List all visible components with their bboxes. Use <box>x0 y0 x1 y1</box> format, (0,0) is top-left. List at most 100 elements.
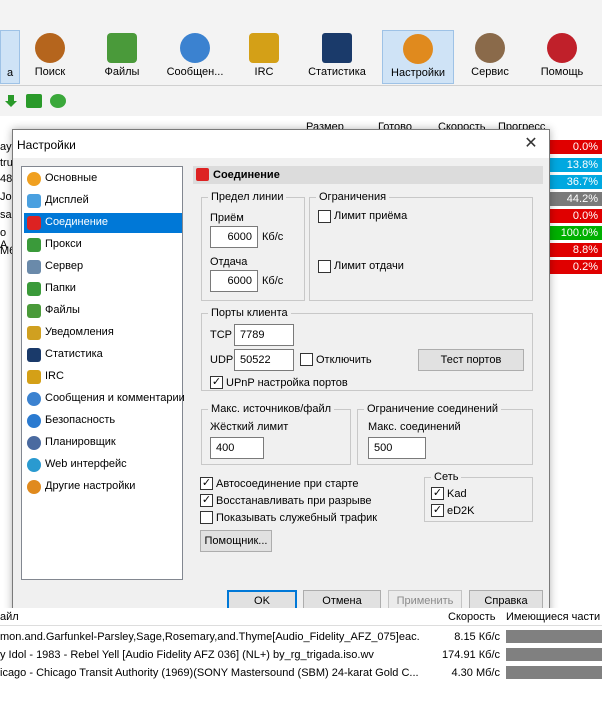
settings-dialog: Настройки ✕ Основные Дисплей Соединение … <box>12 129 550 615</box>
nav-item-label: Web интерфейс <box>45 458 127 470</box>
server-icon <box>27 260 41 274</box>
list-item: sa <box>0 209 12 221</box>
toolbar-button-statistics[interactable]: Статистика <box>302 30 372 84</box>
ed2k-checkbox[interactable]: ✓ <box>431 504 444 517</box>
add-link-icon[interactable] <box>50 94 66 108</box>
upnp-checkbox[interactable]: ✓ <box>210 376 223 389</box>
nav-item-messages[interactable]: Сообщения и комментарии <box>24 389 185 409</box>
nav-item-statistics[interactable]: Статистика <box>24 345 182 365</box>
list-item: 48 <box>0 173 12 185</box>
statistics-icon <box>322 33 352 63</box>
add-group-icon[interactable] <box>26 94 42 108</box>
general-icon <box>27 172 41 186</box>
table-row[interactable]: icago - Chicago Transit Authority (1969)… <box>0 664 602 682</box>
close-icon[interactable]: ✕ <box>521 134 541 154</box>
nav-item-label: Безопасность <box>45 414 116 426</box>
file-name: mon.and.Garfunkel-Parsley,Sage,Rosemary,… <box>0 631 420 643</box>
toolbar-button-files[interactable]: Файлы <box>92 30 152 84</box>
proxy-icon <box>27 238 41 252</box>
nav-item-irc[interactable]: IRC <box>24 367 182 387</box>
ports-group: Порты клиента TCP 7789 UDP 50522 Отключи… <box>201 307 533 391</box>
nav-item-scheduler[interactable]: Планировщик <box>24 433 182 453</box>
parts-bar <box>506 648 602 661</box>
nav-item-label: Папки <box>45 282 76 294</box>
toolbar-button-irc[interactable]: IRC <box>236 30 292 84</box>
auto-connect-checkbox[interactable]: ✓ <box>200 477 213 490</box>
nav-item-connection[interactable]: Соединение <box>24 213 182 233</box>
download-unit: Кб/с <box>262 231 284 243</box>
nav-item-proxy[interactable]: Прокси <box>24 235 182 255</box>
web-icon <box>27 458 41 472</box>
nav-item-server[interactable]: Сервер <box>24 257 182 277</box>
progress-bar: 13.8% <box>548 158 602 172</box>
folders-icon <box>27 282 41 296</box>
nav-item-other[interactable]: Другие настройки <box>24 477 182 497</box>
other-settings-icon <box>27 480 41 494</box>
column-parts[interactable]: Имеющиеся части <box>506 611 600 623</box>
toolbar-button-partial[interactable]: а <box>0 30 20 84</box>
toolbar-button-messages[interactable]: Сообщен... <box>160 30 230 84</box>
udp-disable-label: Отключить <box>316 354 372 366</box>
tcp-port-input[interactable]: 7789 <box>234 324 294 346</box>
table-row[interactable]: mon.and.Garfunkel-Parsley,Sage,Rosemary,… <box>0 628 602 646</box>
table-row[interactable]: y Idol - 1983 - Rebel Yell [Audio Fideli… <box>0 646 602 664</box>
toolbar-button-settings[interactable]: Настройки <box>382 30 454 84</box>
settings-icon <box>403 34 433 64</box>
file-speed: 8.15 Кб/с <box>454 631 500 643</box>
toolbar-button-search[interactable]: Поиск <box>22 30 78 84</box>
nav-item-folders[interactable]: Папки <box>24 279 182 299</box>
nav-item-label: Другие настройки <box>45 480 136 492</box>
upload-limit-checkbox[interactable] <box>318 260 331 273</box>
group-title: Сеть <box>431 471 462 483</box>
secondary-toolbar <box>0 86 602 116</box>
download-limit-input[interactable]: 6000 <box>210 226 258 248</box>
list-item: tru <box>0 157 12 169</box>
nav-item-label: Основные <box>45 172 98 184</box>
toolbar-label: IRC <box>254 66 274 78</box>
column-file[interactable]: айл <box>0 611 19 623</box>
max-connections-input[interactable]: 500 <box>368 437 426 459</box>
hard-limit-label: Жёсткий лимит <box>210 421 289 433</box>
udp-disable-checkbox[interactable] <box>300 353 313 366</box>
test-ports-button[interactable]: Тест портов <box>418 349 524 371</box>
nav-item-notifications[interactable]: Уведомления <box>24 323 182 343</box>
nav-item-display[interactable]: Дисплей <box>24 191 182 211</box>
overhead-traffic-label: Показывать служебный трафик <box>216 512 378 524</box>
nav-item-web[interactable]: Web интерфейс <box>24 455 182 475</box>
connection-icon <box>196 168 209 181</box>
nav-item-label: IRC <box>45 370 64 382</box>
download-limit-checkbox[interactable] <box>318 210 331 223</box>
upload-limit-input[interactable]: 6000 <box>210 270 258 292</box>
toolbar-label: Помощь <box>540 66 584 78</box>
settings-nav: Основные Дисплей Соединение Прокси Серве… <box>21 166 185 580</box>
progress-bar: 44.2% <box>548 192 602 206</box>
toolbar-label: Сервис <box>471 66 509 78</box>
nav-item-files[interactable]: Файлы <box>24 301 182 321</box>
irc-icon <box>249 33 279 63</box>
upload-limit-label: Лимит отдачи <box>334 260 404 272</box>
nav-item-general[interactable]: Основные <box>24 169 182 189</box>
progress-bar: 0.0% <box>548 209 602 223</box>
wizard-button[interactable]: Помощник... <box>200 530 272 552</box>
security-icon <box>27 414 41 428</box>
connection-limit-group: Ограничение соединений Макс. соединений … <box>357 403 533 465</box>
panel-header: Соединение <box>193 166 543 184</box>
toolbar-button-help[interactable]: Помощь <box>530 30 594 84</box>
kad-checkbox[interactable]: ✓ <box>431 487 444 500</box>
toolbar-label: Сообщен... <box>166 66 224 78</box>
udp-port-input[interactable]: 50522 <box>234 349 294 371</box>
toolbar-label: Поиск <box>34 66 66 78</box>
reconnect-checkbox[interactable]: ✓ <box>200 494 213 507</box>
notifications-icon <box>27 326 41 340</box>
bottom-download-list: айл Скорость Имеющиеся части mon.and.Gar… <box>0 608 602 704</box>
nav-item-label: Файлы <box>45 304 80 316</box>
nav-item-label: Сервер <box>45 260 84 272</box>
dialog-titlebar[interactable]: Настройки ✕ <box>13 130 549 158</box>
download-arrow-icon[interactable] <box>4 94 18 108</box>
group-title: Порты клиента <box>208 307 291 319</box>
overhead-traffic-checkbox[interactable] <box>200 511 213 524</box>
column-speed[interactable]: Скорость <box>448 611 496 623</box>
hard-limit-input[interactable]: 400 <box>210 437 264 459</box>
toolbar-button-tools[interactable]: Сервис <box>462 30 518 84</box>
nav-item-security[interactable]: Безопасность <box>24 411 182 431</box>
